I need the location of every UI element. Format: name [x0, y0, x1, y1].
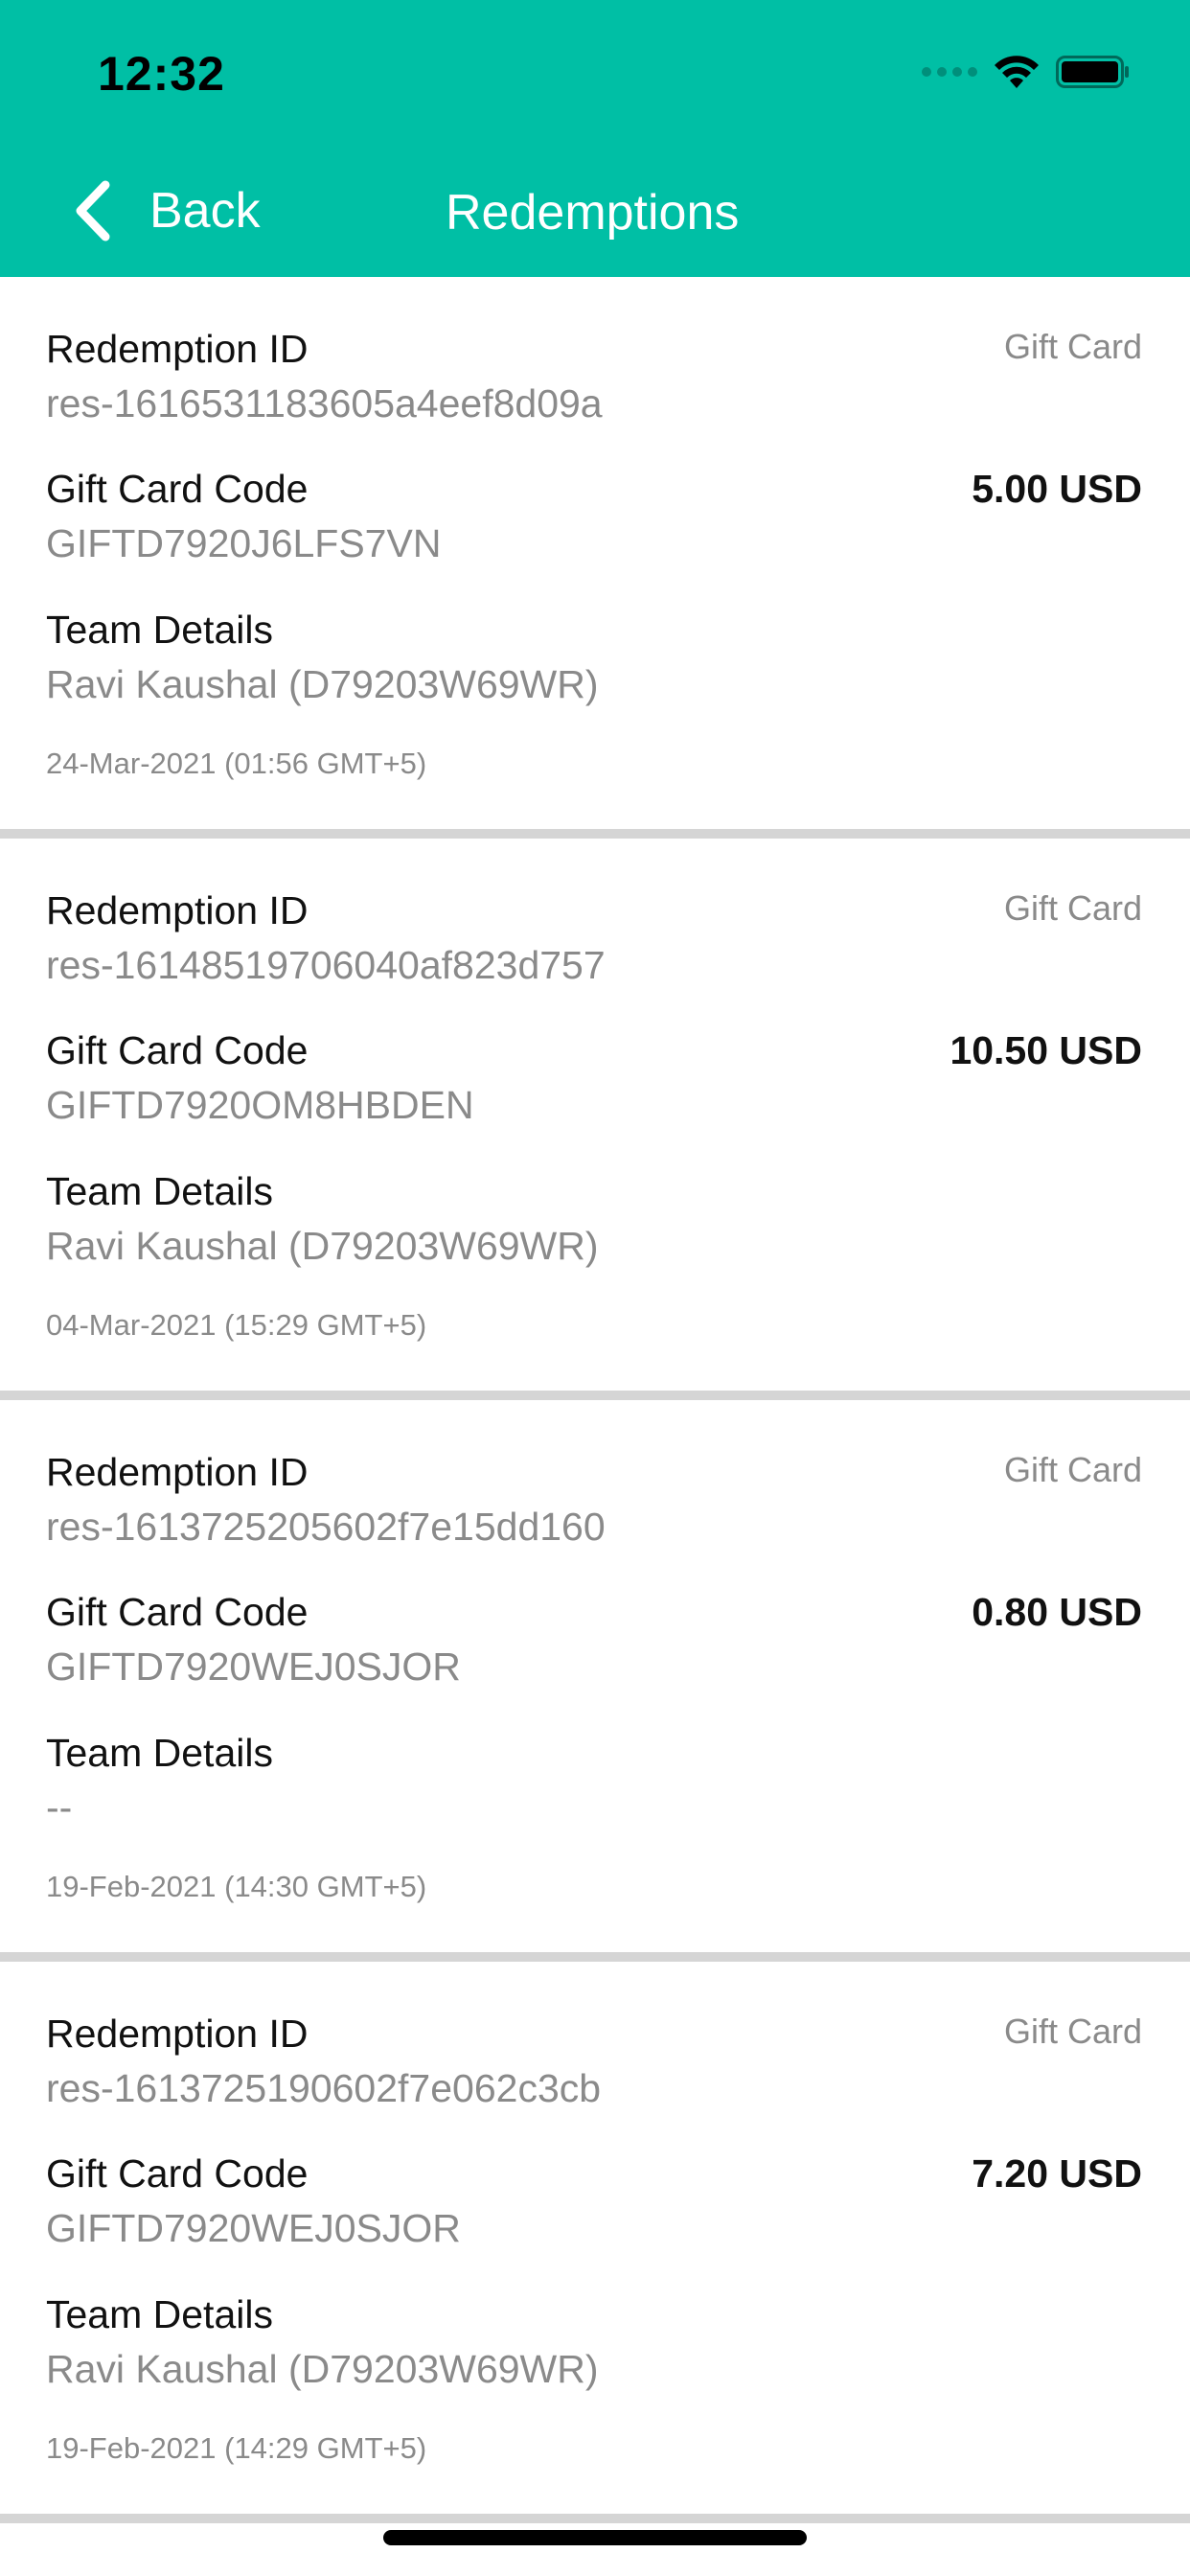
team-details-value: Ravi Kaushal (D79203W69WR)	[46, 1224, 599, 1268]
team-details-value: --	[46, 1785, 73, 1829]
redemption-id-value: res-1616531183605a4eef8d09a	[46, 381, 603, 426]
gift-card-code-value: GIFTD7920WEJ0SJOR	[46, 1644, 461, 1689]
gift-card-code-value: GIFTD7920OM8HBDEN	[46, 1083, 474, 1127]
team-details-value: Ravi Kaushal (D79203W69WR)	[46, 2347, 599, 2391]
status-bar-icons	[922, 54, 1131, 90]
redemption-id-label: Redemption ID	[46, 888, 309, 932]
app-header: 12:32 Back Redemptions	[0, 0, 1190, 277]
redemption-date: 19-Feb-2021 (14:29 GMT+5)	[46, 2431, 427, 2465]
redemption-id-label: Redemption ID	[46, 327, 309, 371]
team-details-value: Ravi Kaushal (D79203W69WR)	[46, 662, 599, 706]
gift-card-code-label: Gift Card Code	[46, 1590, 309, 1634]
team-details-label: Team Details	[46, 1169, 273, 1213]
redemption-type: Gift Card	[1003, 888, 1142, 928]
team-details-label: Team Details	[46, 2292, 273, 2336]
redemption-card[interactable]: Redemption ID Gift Card res-161372519060…	[0, 1962, 1190, 2523]
redemption-date: 04-Mar-2021 (15:29 GMT+5)	[46, 1308, 427, 1342]
gift-card-code-label: Gift Card Code	[46, 1028, 309, 1072]
back-button[interactable]: Back	[71, 172, 261, 249]
battery-icon	[1056, 56, 1129, 88]
redemption-card[interactable]: Redemption ID Gift Card res-161485197060…	[0, 839, 1190, 1400]
wifi-icon	[995, 56, 1039, 88]
redemption-id-label: Redemption ID	[46, 1450, 309, 1494]
navigation-bar: Back Redemptions	[0, 163, 1190, 259]
gift-card-code-value: GIFTD7920WEJ0SJOR	[46, 2206, 461, 2250]
back-label: Back	[149, 183, 261, 239]
redemption-card[interactable]: Redemption ID Gift Card res-161653118360…	[0, 277, 1190, 839]
redemption-type: Gift Card	[1003, 2012, 1142, 2051]
status-bar-time: 12:32	[98, 47, 225, 101]
redemption-amount: 0.80 USD	[972, 1590, 1142, 1634]
team-details-label: Team Details	[46, 1731, 273, 1775]
redemption-type: Gift Card	[1003, 1450, 1142, 1489]
redemption-amount: 5.00 USD	[972, 467, 1142, 511]
redemption-id-value: res-1613725205602f7e15dd160	[46, 1505, 606, 1549]
redemption-amount: 10.50 USD	[950, 1028, 1142, 1072]
redemption-type: Gift Card	[1003, 327, 1142, 366]
team-details-label: Team Details	[46, 608, 273, 652]
redemption-amount: 7.20 USD	[972, 2151, 1142, 2196]
redemption-date: 24-Mar-2021 (01:56 GMT+5)	[46, 747, 427, 780]
redemption-card[interactable]: Redemption ID Gift Card res-161372520560…	[0, 1400, 1190, 1962]
cellular-signal-icon	[922, 67, 977, 77]
gift-card-code-label: Gift Card Code	[46, 467, 309, 511]
redemption-id-value: res-16148519706040af823d757	[46, 943, 606, 987]
gift-card-code-label: Gift Card Code	[46, 2151, 309, 2196]
page-title: Redemptions	[446, 185, 740, 241]
redemption-list: Redemption ID Gift Card res-161653118360…	[0, 277, 1190, 2523]
redemption-id-label: Redemption ID	[46, 2012, 309, 2056]
redemption-date: 19-Feb-2021 (14:30 GMT+5)	[46, 1870, 427, 1903]
redemption-id-value: res-1613725190602f7e062c3cb	[46, 2066, 602, 2110]
gift-card-code-value: GIFTD7920J6LFS7VN	[46, 521, 442, 565]
home-indicator[interactable]	[383, 2530, 807, 2545]
chevron-left-icon	[76, 180, 110, 242]
